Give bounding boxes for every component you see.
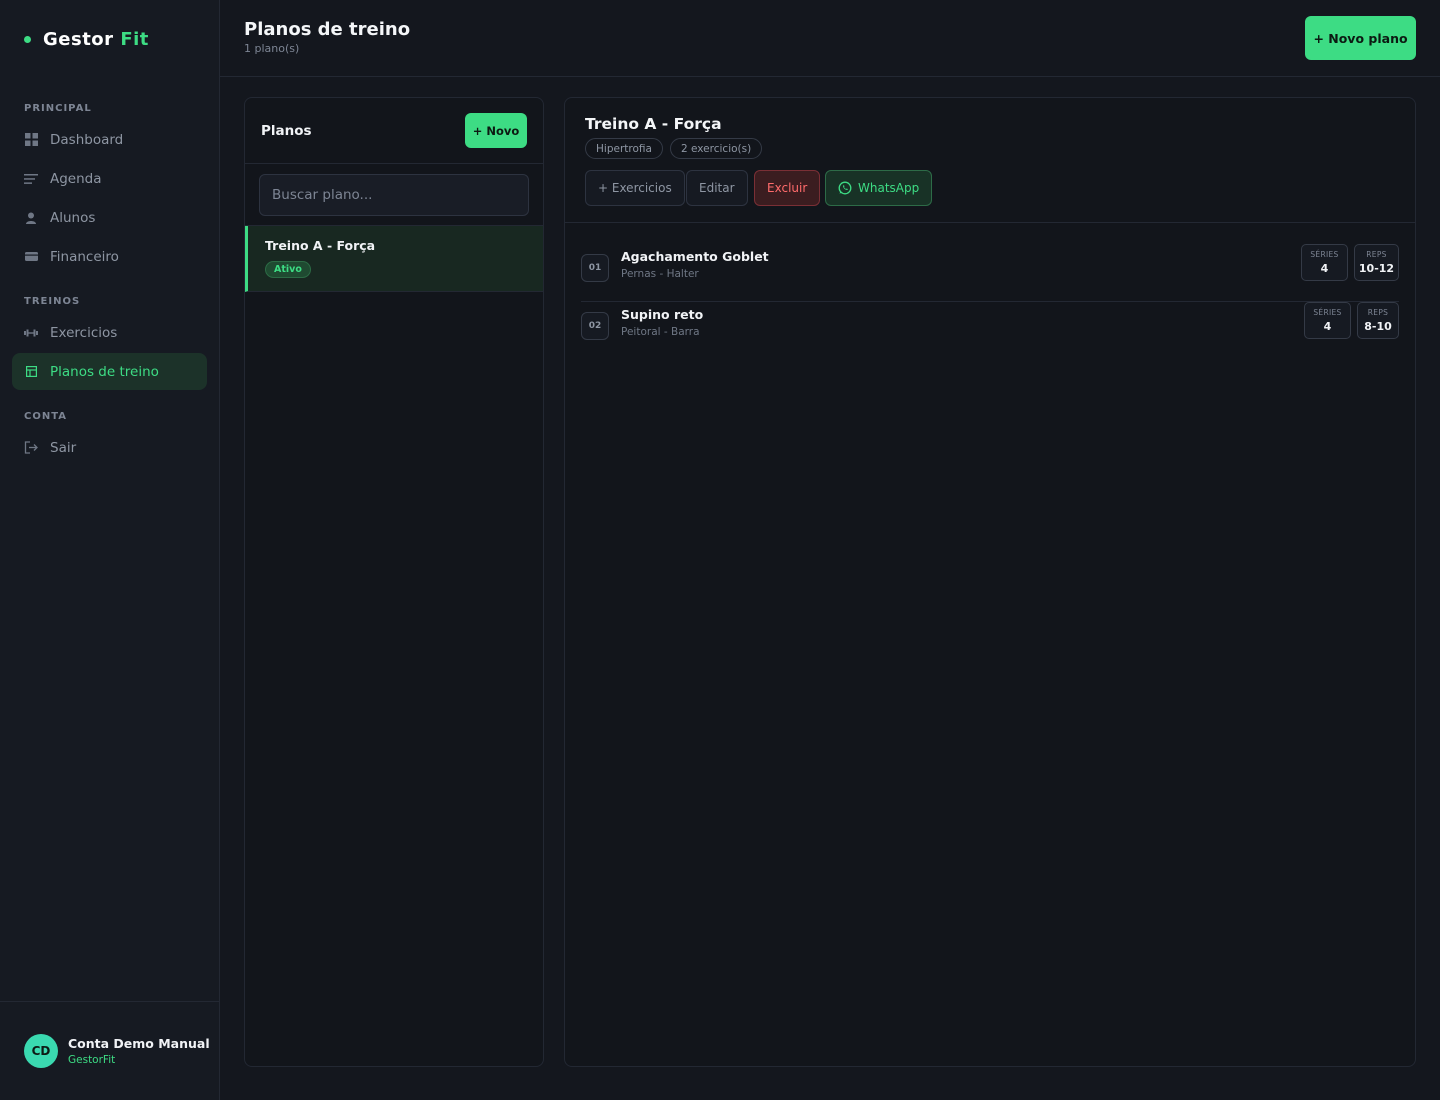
logo-dot xyxy=(24,35,31,43)
user-icon xyxy=(24,211,38,225)
exercise-name: Supino reto xyxy=(621,307,704,322)
exercise-name: Agachamento Goblet xyxy=(621,249,769,264)
detail-title: Treino A - Força xyxy=(585,115,722,133)
sidebar-item-financeiro[interactable]: Financeiro xyxy=(12,238,207,275)
new-button[interactable]: + Novo xyxy=(465,113,527,148)
search-input[interactable] xyxy=(259,174,529,216)
plans-panel: Planos + Novo Treino A - Força Ativo xyxy=(244,97,544,1067)
tag-exercise-count: 2 exercicio(s) xyxy=(670,138,763,159)
sidebar-item-label: Dashboard xyxy=(50,131,124,148)
sidebar-item-exercicios[interactable]: Exercicios xyxy=(12,314,207,351)
sidebar-item-sair[interactable]: Sair xyxy=(12,429,207,466)
exercise-number: 01 xyxy=(581,254,609,282)
exercise-meta: Peitoral - Barra xyxy=(621,326,700,338)
series-stat: SÉRIES 4 xyxy=(1304,302,1351,339)
plan-list-item[interactable]: Treino A - Força Ativo xyxy=(245,226,543,292)
logo-main: Gestor xyxy=(43,28,114,50)
page-title: Planos de treino xyxy=(244,19,411,40)
edit-button[interactable]: Editar xyxy=(686,170,748,206)
reps-stat: REPS 8-10 xyxy=(1357,302,1399,339)
delete-button[interactable]: Excluir xyxy=(754,170,821,206)
reps-value: 8-10 xyxy=(1364,320,1392,333)
table-icon xyxy=(24,365,38,379)
add-exercises-button[interactable]: + Exercicios xyxy=(585,170,685,206)
whatsapp-label: WhatsApp xyxy=(858,181,920,195)
status-badge: Ativo xyxy=(265,261,311,278)
whatsapp-icon xyxy=(838,181,852,195)
sidebar-item-label: Planos de treino xyxy=(50,363,159,380)
sidebar-item-alunos[interactable]: Alunos xyxy=(12,199,207,236)
user-name: Conta Demo Manual xyxy=(68,1036,210,1051)
whatsapp-button[interactable]: WhatsApp xyxy=(825,170,933,206)
sidebar-item-dashboard[interactable]: Dashboard xyxy=(12,121,207,158)
logout-icon xyxy=(24,441,38,455)
avatar: CD xyxy=(24,1034,58,1068)
plan-name: Treino A - Força xyxy=(265,238,376,253)
series-stat: SÉRIES 4 xyxy=(1301,244,1348,281)
dumbbell-icon xyxy=(24,326,38,340)
reps-label: REPS xyxy=(1367,308,1389,317)
plans-title: Planos xyxy=(261,123,312,139)
logo-text: Gestor Fit xyxy=(43,29,149,50)
list-icon xyxy=(24,172,38,186)
exercise-row[interactable]: 02 Supino reto Peitoral - Barra SÉRIES 4… xyxy=(581,302,1399,360)
sidebar-item-label: Sair xyxy=(50,439,77,456)
sidebar-item-label: Alunos xyxy=(50,209,96,226)
sidebar-item-label: Exercicios xyxy=(50,324,118,341)
series-label: SÉRIES xyxy=(1313,308,1342,317)
user-org: GestorFit xyxy=(68,1054,116,1066)
exercise-meta: Pernas - Halter xyxy=(621,268,699,280)
reps-stat: REPS 10-12 xyxy=(1354,244,1399,281)
tag-goal: Hipertrofia xyxy=(585,138,663,159)
new-plan-button[interactable]: + Novo plano xyxy=(1305,16,1416,60)
page-subtitle: 1 plano(s) xyxy=(244,42,300,55)
logo[interactable]: Gestor Fit xyxy=(24,28,149,50)
exercise-number: 02 xyxy=(581,312,609,340)
page-header: Planos de treino 1 plano(s) + Novo plano xyxy=(220,0,1440,77)
reps-value: 10-12 xyxy=(1358,262,1395,275)
series-value: 4 xyxy=(1323,320,1332,333)
wallet-icon xyxy=(24,250,38,264)
section-principal: PRINCIPAL xyxy=(24,103,92,114)
exercise-row[interactable]: 01 Agachamento Goblet Pernas - Halter SÉ… xyxy=(581,244,1399,302)
sidebar-item-label: Financeiro xyxy=(50,248,119,265)
series-value: 4 xyxy=(1320,262,1329,275)
series-label: SÉRIES xyxy=(1310,250,1339,259)
reps-label: REPS xyxy=(1366,250,1387,259)
logo-accent: Fit xyxy=(120,28,149,50)
sidebar-item-label: Agenda xyxy=(50,170,102,187)
plans-header: Planos + Novo xyxy=(245,98,543,164)
section-treinos: TREINOS xyxy=(24,296,81,307)
sidebar: Gestor Fit PRINCIPAL Dashboard Agenda Al… xyxy=(0,0,220,1100)
plan-detail-panel: Treino A - Força Hipertrofia 2 exercicio… xyxy=(564,97,1416,1067)
grid-icon xyxy=(24,133,38,147)
user-profile[interactable]: CD Conta Demo Manual GestorFit xyxy=(0,1001,219,1100)
sidebar-item-agenda[interactable]: Agenda xyxy=(12,160,207,197)
sidebar-item-planos-de-treino[interactable]: Planos de treino xyxy=(12,353,207,390)
detail-header: Treino A - Força Hipertrofia 2 exercicio… xyxy=(565,98,1415,223)
section-conta: CONTA xyxy=(24,411,67,422)
search-bar xyxy=(245,164,543,226)
